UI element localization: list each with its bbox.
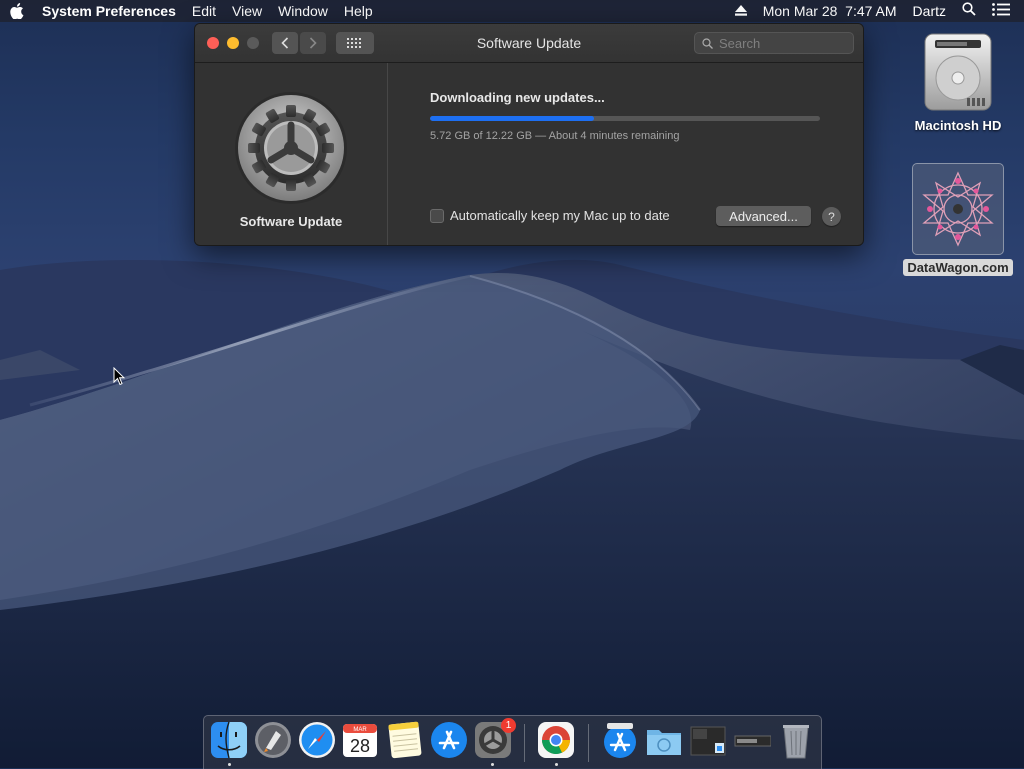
dock-separator-2 xyxy=(588,724,589,762)
dock-applications-folder[interactable] xyxy=(601,721,639,759)
download-progress-fill xyxy=(430,116,594,121)
dock-downloads-folder[interactable] xyxy=(645,721,683,759)
download-status: Downloading new updates... xyxy=(430,90,605,105)
datawagon-file-label: DataWagon.com xyxy=(903,259,1013,276)
trash-icon xyxy=(783,725,809,759)
spotlight-icon[interactable] xyxy=(954,0,984,22)
app-store-icon xyxy=(431,722,467,758)
dock: MAR 28 1 xyxy=(203,715,822,769)
search-input[interactable] xyxy=(719,35,839,51)
dock-finder[interactable] xyxy=(210,721,248,759)
chrome-running-indicator xyxy=(555,763,558,766)
notification-center-icon[interactable] xyxy=(984,0,1024,22)
menu-bar: System Preferences Edit View Window Help… xyxy=(0,0,1024,22)
software-update-window: Software Update Search Software Update D… xyxy=(194,23,864,246)
dock-chrome[interactable] xyxy=(537,721,575,759)
menu-user[interactable]: Dartz xyxy=(905,0,954,22)
eject-icon[interactable] xyxy=(727,0,755,22)
forward-button[interactable] xyxy=(300,32,326,54)
file-thumbnail xyxy=(912,163,1004,255)
minimize-button[interactable] xyxy=(227,37,239,49)
apple-menu[interactable] xyxy=(0,3,34,19)
menu-extras: Mon Mar 28 7:47 AM Dartz xyxy=(727,0,1024,22)
dock-calendar[interactable]: MAR 28 xyxy=(341,721,379,759)
screenshot-stack-icon xyxy=(690,726,726,756)
calendar-day: 28 xyxy=(350,736,370,756)
hard-drive-icon xyxy=(924,33,992,111)
finder-running-indicator xyxy=(228,763,231,766)
macintosh-hd-icon[interactable]: Macintosh HD xyxy=(908,32,1008,133)
applications-folder-icon xyxy=(604,723,636,758)
gear-icon xyxy=(235,92,347,204)
file-stack-icon xyxy=(734,735,772,747)
search-field[interactable] xyxy=(694,32,854,54)
dock-notes[interactable] xyxy=(386,721,424,759)
auto-update-option[interactable]: Automatically keep my Mac up to date xyxy=(430,208,670,223)
app-name-menu[interactable]: System Preferences xyxy=(34,0,184,22)
auto-update-label[interactable]: Automatically keep my Mac up to date xyxy=(450,208,670,223)
chevron-left-icon xyxy=(281,37,289,49)
show-all-button[interactable] xyxy=(336,32,374,54)
mouse-cursor-icon xyxy=(113,367,125,386)
menu-edit[interactable]: Edit xyxy=(184,0,224,22)
notification-badge: 1 xyxy=(501,718,516,733)
system-preferences-running-indicator xyxy=(491,763,494,766)
back-button[interactable] xyxy=(272,32,298,54)
help-button[interactable]: ? xyxy=(822,207,841,226)
window-titlebar[interactable]: Software Update xyxy=(195,24,863,63)
notes-icon xyxy=(388,721,422,759)
grid-icon xyxy=(347,38,361,48)
dock-launchpad[interactable] xyxy=(254,721,292,759)
dock-file-stack[interactable] xyxy=(733,721,772,759)
pane-label: Software Update xyxy=(239,214,343,229)
macintosh-hd-label: Macintosh HD xyxy=(914,118,1002,133)
datawagon-file-icon[interactable]: DataWagon.com xyxy=(900,163,1016,276)
download-progress-bar xyxy=(430,116,820,121)
mandala-icon xyxy=(922,171,994,247)
dock-screenshot-stack[interactable] xyxy=(689,721,727,759)
download-detail: 5.72 GB of 12.22 GB — About 4 minutes re… xyxy=(430,130,680,142)
calendar-icon: MAR 28 xyxy=(343,724,377,757)
close-button[interactable] xyxy=(207,37,219,49)
zoom-button xyxy=(247,37,259,49)
chevron-right-icon xyxy=(309,37,317,49)
dock-system-preferences[interactable]: 1 xyxy=(474,718,516,759)
menu-view[interactable]: View xyxy=(224,0,270,22)
advanced-button[interactable]: Advanced... xyxy=(716,206,811,226)
menu-clock[interactable]: Mon Mar 28 7:47 AM xyxy=(755,0,905,22)
auto-update-checkbox[interactable] xyxy=(430,208,444,223)
calendar-month: MAR xyxy=(353,727,367,733)
menu-window[interactable]: Window xyxy=(270,0,336,22)
safari-icon xyxy=(299,722,335,758)
downloads-folder-icon xyxy=(647,730,681,755)
update-status-area: Downloading new updates... 5.72 GB of 12… xyxy=(388,63,863,245)
finder-icon xyxy=(211,721,247,759)
search-icon xyxy=(702,37,713,49)
dock-safari[interactable] xyxy=(298,721,336,759)
launchpad-icon xyxy=(255,722,291,758)
apple-icon xyxy=(10,3,24,19)
dock-separator xyxy=(524,724,525,762)
menu-help[interactable]: Help xyxy=(336,0,381,22)
chrome-icon xyxy=(538,722,574,758)
dock-app-store[interactable] xyxy=(430,721,468,759)
software-update-pane-info: Software Update xyxy=(195,63,388,245)
dock-trash[interactable] xyxy=(777,721,815,759)
